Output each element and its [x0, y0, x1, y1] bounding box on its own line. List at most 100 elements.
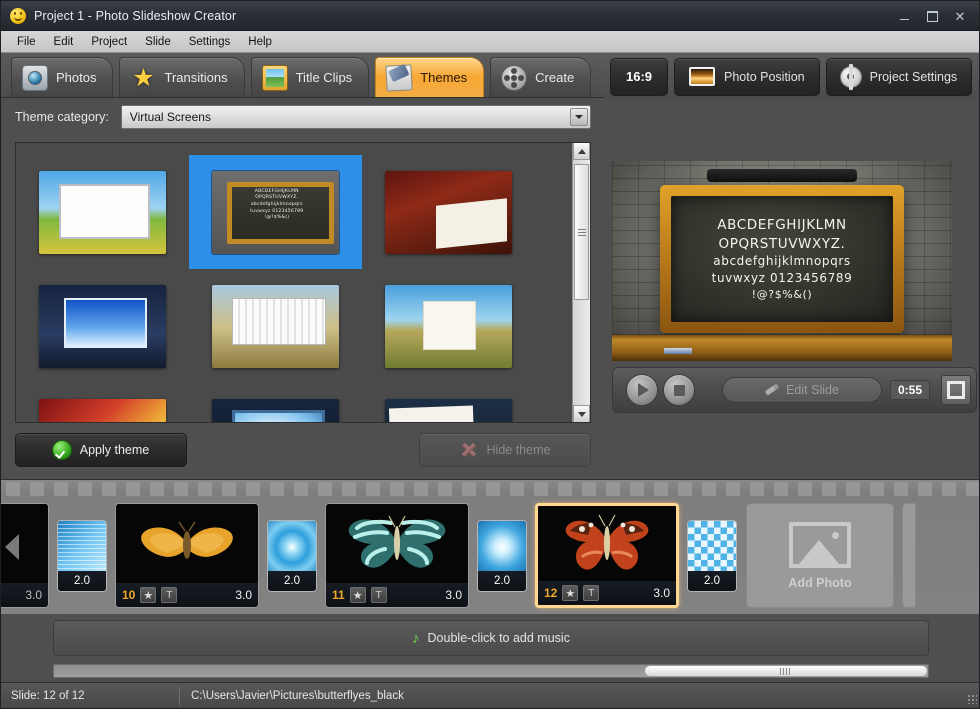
apply-theme-label: Apply theme — [79, 443, 150, 457]
menu-item-settings[interactable]: Settings — [181, 34, 239, 50]
photo-position-button[interactable]: Photo Position — [674, 57, 820, 96]
tab-title-clips[interactable]: Title Clips — [250, 57, 370, 97]
music-note-icon: ♪ — [412, 629, 420, 647]
theme-item-meadow-frame[interactable] — [16, 155, 189, 269]
tab-themes[interactable]: Themes — [375, 57, 485, 97]
scrollbar-thumb[interactable] — [644, 665, 928, 677]
star-badge-icon[interactable]: ★ — [349, 587, 366, 603]
preview-line-3: abcdefghijklmnopqrs — [713, 254, 851, 269]
blue-butterfly-image — [348, 515, 446, 568]
preview-ledge — [612, 335, 952, 361]
theme-list-scrollbar[interactable] — [572, 143, 590, 422]
close-button[interactable]: ✕ — [947, 5, 973, 27]
menu-item-edit[interactable]: Edit — [46, 34, 82, 50]
add-photo-button[interactable]: Add Photo — [746, 503, 894, 608]
star-badge-icon[interactable]: ★ — [562, 585, 579, 601]
scroll-down-icon[interactable] — [573, 405, 590, 422]
title-clip-icon — [261, 64, 288, 91]
image-placeholder-icon — [789, 521, 851, 568]
theme-item-field-billboard[interactable] — [189, 269, 362, 383]
text-badge-icon[interactable]: T — [370, 587, 387, 603]
scrollbar-thumb[interactable] — [574, 164, 589, 300]
menu-item-project[interactable]: Project — [83, 34, 135, 50]
add-music-label: Double-click to add music — [427, 631, 570, 645]
text-badge-icon[interactable]: T — [583, 585, 600, 601]
preview-chalkboard: ABCDEFGHIJKLMN OPQRSTUVWXYZ. abcdefghijk… — [660, 185, 904, 333]
close-x-icon — [460, 441, 478, 459]
transition-image — [268, 520, 316, 573]
transition-image — [478, 520, 526, 573]
maximize-button[interactable] — [919, 5, 945, 27]
slide-filmstrip: 3.0 2.0 10 ★ T 3.0 2.0 11 ★ T 3.0 2.0 12… — [1, 479, 979, 614]
theme-item-whisky-desk[interactable] — [362, 155, 535, 269]
filmstrip-horizontal-scrollbar[interactable] — [53, 664, 929, 678]
transition-thumbnail[interactable]: 2.0 — [687, 519, 737, 592]
menu-item-slide[interactable]: Slide — [137, 34, 179, 50]
stop-button[interactable] — [663, 374, 695, 406]
slide-number: 12 — [544, 586, 558, 600]
theme-item-city-billboard[interactable] — [16, 269, 189, 383]
add-music-bar[interactable]: ♪ Double-click to add music — [53, 620, 929, 656]
transition-duration: 2.0 — [478, 570, 526, 591]
theme-category-row: Theme category: Virtual Screens — [1, 100, 605, 134]
theme-thumbnail — [385, 398, 512, 422]
transition-thumbnail[interactable]: 2.0 — [267, 519, 317, 592]
fullscreen-icon[interactable] — [941, 375, 971, 405]
slide-number: 11 — [332, 588, 345, 602]
theme-category-value: Virtual Screens — [129, 110, 211, 124]
tab-create[interactable]: Create — [490, 57, 592, 97]
theme-item-beach-sign[interactable] — [362, 269, 535, 383]
theme-thumbnail: ABCDEFGHIJKLMN OPQRSTUVWXYZ. abcdefghijk… — [212, 170, 339, 254]
playback-controls: Edit Slide 0:55 — [612, 367, 977, 413]
check-icon — [52, 441, 71, 459]
slide-thumbnail-10[interactable]: 10 ★ T 3.0 — [115, 503, 259, 608]
transition-thumbnail[interactable]: 2.0 — [477, 519, 527, 592]
star-badge-icon[interactable]: ★ — [140, 587, 157, 603]
tab-themes-label: Themes — [420, 70, 468, 85]
edit-slide-button[interactable]: Edit Slide — [722, 377, 882, 403]
minimize-button[interactable] — [891, 5, 917, 27]
filmstrip-scroll-left[interactable] — [5, 534, 19, 560]
window-controls: ✕ — [891, 1, 973, 31]
theme-thumbnail — [385, 284, 512, 368]
slide-thumbnail-12[interactable]: 12 ★ T 3.0 — [535, 503, 679, 608]
tab-photos[interactable]: Photos — [11, 57, 114, 97]
menu-item-file[interactable]: File — [9, 34, 44, 50]
slide-duration: 3.0 — [235, 588, 252, 602]
project-settings-button[interactable]: Project Settings — [825, 57, 973, 96]
theme-grid: ABCDEFGHIJKLMN OPQRSTUVWXYZ. abcdefghijk… — [16, 143, 572, 422]
slide-preview[interactable]: ABCDEFGHIJKLMN OPQRSTUVWXYZ. abcdefghijk… — [612, 161, 952, 361]
theme-action-row: Apply theme Hide theme — [15, 433, 591, 467]
bottom-area: ♪ Double-click to add music — [1, 614, 979, 682]
preview-toolbar: 16:9 Photo Position Project Settings — [604, 53, 979, 100]
title-bar: Project 1 - Photo Slideshow Creator ✕ — [1, 1, 979, 31]
camera-icon — [22, 64, 48, 91]
theme-item-studio-easel[interactable] — [362, 383, 535, 422]
filmstrip-next-placeholder[interactable] — [902, 503, 916, 608]
resize-grip[interactable] — [967, 694, 977, 704]
film-reel-icon — [501, 64, 528, 91]
film-perforations — [1, 482, 979, 496]
theme-item-chalkboard[interactable]: ABCDEFGHIJKLMN OPQRSTUVWXYZ. abcdefghijk… — [189, 155, 362, 269]
apply-theme-button[interactable]: Apply theme — [15, 433, 187, 467]
slide-thumbnail-11[interactable]: 11 ★ T 3.0 — [325, 503, 469, 608]
theme-thumbnail — [212, 284, 339, 368]
menu-item-help[interactable]: Help — [240, 34, 280, 50]
hide-theme-button[interactable]: Hide theme — [419, 433, 591, 467]
chevron-down-icon[interactable] — [570, 108, 588, 126]
scroll-up-icon[interactable] — [573, 143, 590, 160]
play-button[interactable] — [626, 374, 658, 406]
tab-transitions[interactable]: ★ Transitions — [119, 57, 245, 97]
transition-thumbnail[interactable]: 2.0 — [57, 519, 107, 592]
brush-icon — [385, 63, 413, 92]
theme-item-blue-screen[interactable] — [189, 383, 362, 422]
preview-chalk-box — [664, 348, 692, 354]
text-badge-icon[interactable]: T — [161, 587, 178, 603]
photo-position-icon — [689, 67, 715, 86]
theme-category-select[interactable]: Virtual Screens — [120, 105, 591, 129]
menu-bar: File Edit Project Slide Settings Help — [1, 31, 979, 53]
theme-item-neon-cinema[interactable] — [16, 383, 189, 422]
aspect-ratio-button[interactable]: 16:9 — [610, 57, 668, 96]
red-butterfly-image — [565, 514, 649, 570]
tab-transitions-label: Transitions — [164, 70, 228, 85]
